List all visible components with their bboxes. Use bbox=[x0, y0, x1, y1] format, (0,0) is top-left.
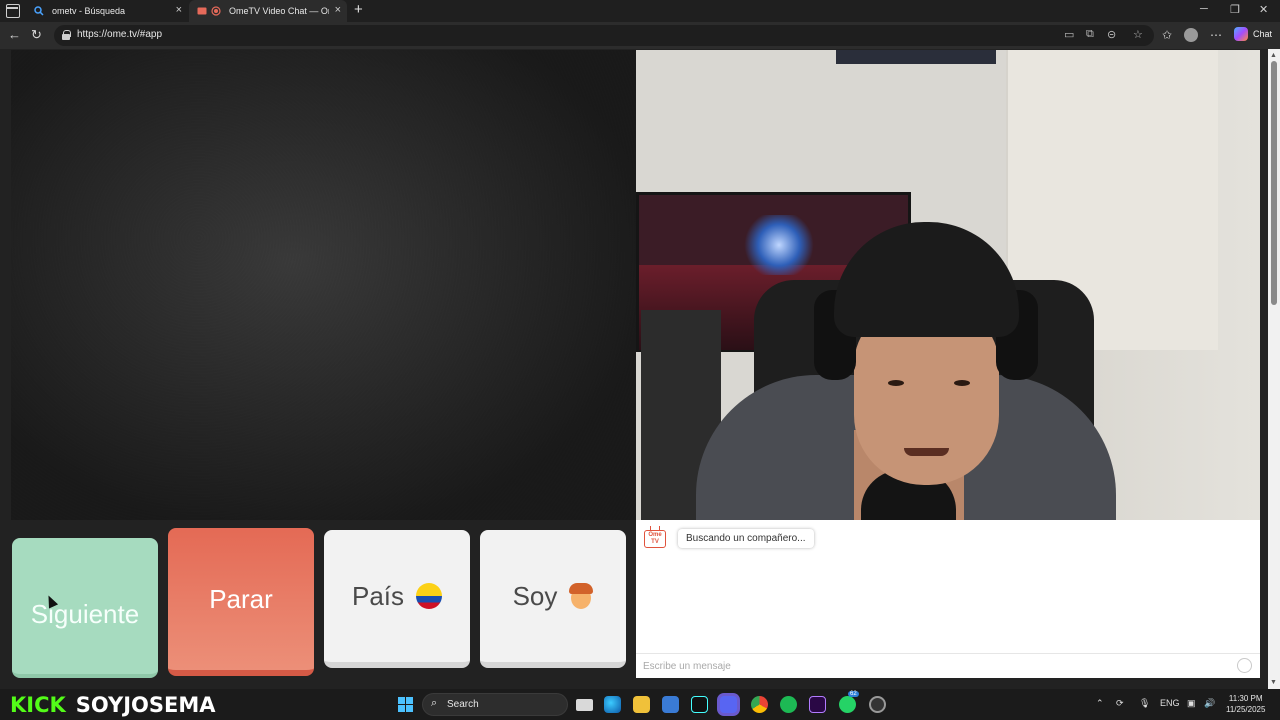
close-window-icon[interactable]: ✕ bbox=[1259, 3, 1268, 16]
gender-label: Soy bbox=[512, 580, 558, 611]
country-filter-button[interactable]: País bbox=[324, 530, 470, 668]
chat-panel: Ome TV Buscando un compañero... bbox=[636, 520, 1260, 678]
close-tab-icon[interactable]: × bbox=[176, 5, 182, 16]
taskbar-search[interactable]: ⌕ Search bbox=[422, 693, 568, 716]
mail-icon bbox=[197, 7, 207, 15]
favorite-star-icon[interactable]: ☆ bbox=[1133, 28, 1143, 41]
microphone-icon[interactable]: 🎙 bbox=[1139, 698, 1150, 709]
restore-icon[interactable]: ❐ bbox=[1230, 3, 1240, 16]
message-input[interactable] bbox=[643, 658, 1223, 675]
tab-busqueda[interactable]: ometv - Búsqueda × bbox=[26, 0, 188, 22]
minimize-icon[interactable]: ─ bbox=[1200, 3, 1208, 15]
mouth bbox=[904, 448, 949, 456]
search-icon: ⌕ bbox=[431, 697, 438, 709]
chrome-icon[interactable] bbox=[751, 696, 768, 713]
taskbar: KICK SOYJOSEMA ⌕ Search 62 ⌃ ⟳ 🎙 ENG ▣ 🔊 … bbox=[0, 689, 1280, 720]
tiktok-icon[interactable] bbox=[691, 696, 708, 713]
tab-ometv[interactable]: OmeTV Video Chat — Omegle Alternative × bbox=[189, 0, 347, 22]
volume-icon[interactable]: 🔊 bbox=[1204, 698, 1215, 709]
clock-date: 11/25/2025 bbox=[1226, 705, 1266, 714]
status-message: Buscando un compañero... bbox=[678, 529, 814, 548]
gender-button[interactable]: Soy bbox=[480, 530, 626, 668]
search-label: Search bbox=[447, 699, 479, 710]
eye bbox=[954, 380, 970, 386]
ometv-logo: Ome TV bbox=[644, 530, 666, 548]
page-scrollbar[interactable]: ▲ ▼ bbox=[1268, 49, 1280, 689]
whatsapp-icon[interactable] bbox=[839, 696, 856, 713]
boy-emoji-icon bbox=[569, 583, 594, 609]
tab-actions-icon[interactable] bbox=[6, 4, 20, 18]
tab-title: ometv - Búsqueda bbox=[52, 6, 126, 16]
network-icon[interactable]: ▣ bbox=[1187, 698, 1196, 709]
profile-avatar[interactable] bbox=[1184, 28, 1198, 42]
recording-icon bbox=[211, 6, 221, 16]
sync-icon[interactable]: ⟳ bbox=[1116, 698, 1124, 709]
scroll-up-icon[interactable]: ▲ bbox=[1270, 52, 1277, 59]
language-indicator[interactable]: ENG bbox=[1160, 698, 1180, 708]
start-button[interactable] bbox=[398, 697, 413, 712]
eye bbox=[888, 380, 904, 386]
stop-label: Parar bbox=[209, 583, 273, 614]
monitor-light bbox=[744, 215, 814, 275]
address-bar: ← ↻ https://ome.tv/#app ▭ ⧉ ⊝ ☆ ✩ ⋯ Chat bbox=[0, 22, 1280, 49]
obs-icon[interactable] bbox=[869, 696, 886, 713]
system-clock[interactable]: 11:30 PM 11/25/2025 bbox=[1226, 693, 1265, 715]
ceiling-fixture bbox=[836, 50, 996, 64]
copilot-icon bbox=[1234, 27, 1248, 41]
refresh-icon[interactable]: ↻ bbox=[31, 28, 42, 42]
stop-button[interactable]: Parar bbox=[168, 528, 314, 676]
back-icon[interactable]: ← bbox=[8, 28, 21, 42]
self-webcam-video bbox=[636, 50, 1260, 520]
streamer-name: SOYJOSEMA bbox=[75, 693, 216, 717]
camera-in-use-icon[interactable]: ▭ bbox=[1064, 28, 1074, 41]
tray-overflow-icon[interactable]: ⌃ bbox=[1096, 698, 1104, 709]
url-field[interactable]: https://ome.tv/#app ▭ ⧉ ⊝ ☆ bbox=[54, 25, 1154, 46]
scroll-thumb[interactable] bbox=[1271, 61, 1277, 305]
clock-time: 11:30 PM bbox=[1228, 694, 1263, 703]
discord-icon[interactable] bbox=[720, 696, 737, 713]
next-button[interactable]: Siguiente bbox=[12, 538, 158, 678]
copilot-label: Chat bbox=[1253, 29, 1273, 39]
close-tab-icon[interactable]: × bbox=[335, 5, 341, 16]
search-icon bbox=[34, 6, 44, 16]
scroll-down-icon[interactable]: ▼ bbox=[1270, 679, 1277, 686]
tracking-prevention-icon[interactable]: ⊝ bbox=[1107, 28, 1116, 41]
file-explorer-icon[interactable] bbox=[633, 696, 650, 713]
new-tab-icon[interactable]: + bbox=[354, 2, 363, 18]
whatsapp-badge: 62 bbox=[848, 691, 859, 697]
tab-title: OmeTV Video Chat — Omegle Alternative bbox=[229, 6, 329, 16]
tab-bar: ometv - Búsqueda × OmeTV Video Chat — Om… bbox=[0, 0, 1280, 22]
emoji-picker-icon[interactable] bbox=[1237, 658, 1252, 673]
colombia-flag-icon bbox=[416, 583, 443, 609]
edge-icon[interactable] bbox=[604, 696, 621, 713]
stranger-video-panel bbox=[11, 50, 636, 520]
url-text: https://ome.tv/#app bbox=[77, 29, 163, 40]
kick-logo-text: KICK bbox=[10, 693, 66, 717]
premiere-icon[interactable] bbox=[809, 696, 826, 713]
more-menu-icon[interactable]: ⋯ bbox=[1210, 28, 1222, 42]
country-label: País bbox=[351, 580, 405, 611]
chat-input-bar bbox=[636, 653, 1260, 678]
spotify-icon[interactable] bbox=[780, 696, 797, 713]
store-icon[interactable] bbox=[662, 696, 679, 713]
open-in-app-icon[interactable]: ⧉ bbox=[1086, 28, 1094, 41]
copilot-chat-button[interactable]: Chat bbox=[1234, 27, 1272, 41]
favorites-icon[interactable]: ✩ bbox=[1162, 28, 1172, 42]
task-view-icon[interactable] bbox=[576, 699, 593, 711]
lock-icon[interactable] bbox=[62, 30, 71, 40]
stream-overlay-brand: KICK SOYJOSEMA bbox=[10, 693, 216, 717]
